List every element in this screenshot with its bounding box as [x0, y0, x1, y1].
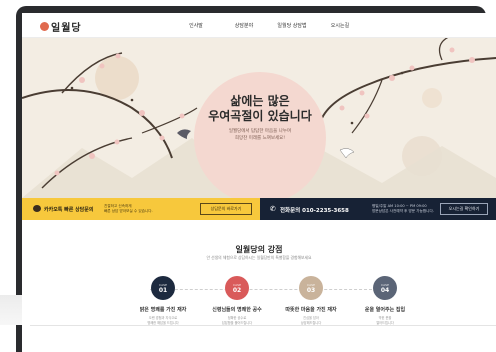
- kakao-section: 카카오톡 빠른 상담문의 친절하고 신속하게 빠른 상담 받아보실 수 있습니다…: [22, 198, 260, 220]
- nav-item-greeting[interactable]: 인사말: [172, 22, 220, 29]
- badge-number: 01: [158, 286, 168, 294]
- main-menu: 인사말 상담분야 일월당 상담법 오시는길: [172, 22, 364, 29]
- strength-badge-03: CASE 03: [299, 276, 323, 300]
- website-screen: 일월당 인사말 상담분야 일월당 상담법 오시는길 삶에는 많은 우여곡절이 있…: [22, 13, 496, 352]
- hero-subtitle-line-2: 희망찬 미래를 느껴보세요!: [234, 136, 286, 141]
- hero-title-line-1: 삶에는 많은: [230, 94, 290, 108]
- site-logo[interactable]: 일월당: [40, 19, 82, 34]
- contact-bar: 카카오톡 빠른 상담문의 친절하고 신속하게 빠른 상담 받아보실 수 있습니다…: [22, 198, 496, 220]
- phone-icon: ✆: [270, 205, 276, 213]
- nav-item-consult-fields[interactable]: 상담분야: [220, 22, 268, 29]
- directions-button[interactable]: 오시는길 확인하기: [440, 203, 488, 215]
- kakao-talk-icon: [33, 205, 41, 212]
- strengths-subtitle: 안 선생의 체험으로 상담하시는 일월당만의 특별함을 경험해보세요: [206, 255, 312, 260]
- badge-number: 03: [306, 286, 316, 294]
- logo-sun-icon: [40, 21, 49, 31]
- logo-text: 일월당: [51, 22, 82, 34]
- kakao-label: 카카오톡 빠른 상담문의: [44, 207, 94, 213]
- badge-label: CASE: [159, 282, 167, 287]
- strength-title: 운을 열어주는 집입: [364, 307, 406, 313]
- lower-page-strip: [30, 325, 496, 352]
- strength-badge-02: CASE 02: [225, 276, 249, 300]
- strength-description: 막힌 운을 열어드립니다: [340, 316, 430, 325]
- badge-label: CASE: [233, 282, 241, 287]
- top-navigation: 일월당 인사말 상담분야 일월당 상담법 오시는길: [22, 13, 496, 38]
- badge-number: 04: [380, 286, 390, 294]
- hero-title: 삶에는 많은 우여곡절이 있습니다: [172, 94, 348, 124]
- hero-title-line-2: 우여곡절이 있습니다: [208, 109, 312, 123]
- nav-item-consult-method[interactable]: 일월당 상담법: [268, 22, 316, 29]
- phone-section: ✆ 전화문의 010-2235-3658 평일/주말 AM 10:00 ~ PM…: [260, 198, 496, 220]
- badge-number: 02: [232, 286, 242, 294]
- nav-item-directions[interactable]: 오시는길: [316, 22, 364, 29]
- strength-badge-01: CASE 01: [151, 276, 175, 300]
- strength-badge-04: CASE 04: [373, 276, 397, 300]
- kakao-consult-button[interactable]: 상담문의 바로가기: [200, 203, 252, 215]
- strengths-title: 일월당의 강점: [235, 245, 283, 254]
- badge-label: CASE: [381, 282, 389, 287]
- hero-subtitle: 일월당에서 답답한 마음을 나누며 희망찬 미래를 느껴보세요!: [182, 128, 338, 142]
- hero-subtitle-line-1: 일월당에서 답답한 마음을 나누며: [228, 129, 292, 134]
- strength-item: CASE 04 운을 열어주는 집입 막힌 운을 열어드립니다: [340, 276, 430, 325]
- hero-banner: 삶에는 많은 우여곡절이 있습니다 일월당에서 답답한 마음을 나누며 희망찬 …: [22, 38, 496, 198]
- phone-number[interactable]: 전화문의 010-2235-3658: [280, 206, 349, 214]
- kakao-description: 친절하고 신속하게 빠른 상담 받아보실 수 있습니다.: [104, 204, 184, 214]
- badge-label: CASE: [307, 282, 315, 287]
- kakao-desc-line-2: 빠른 상담 받아보실 수 있습니다.: [104, 209, 153, 213]
